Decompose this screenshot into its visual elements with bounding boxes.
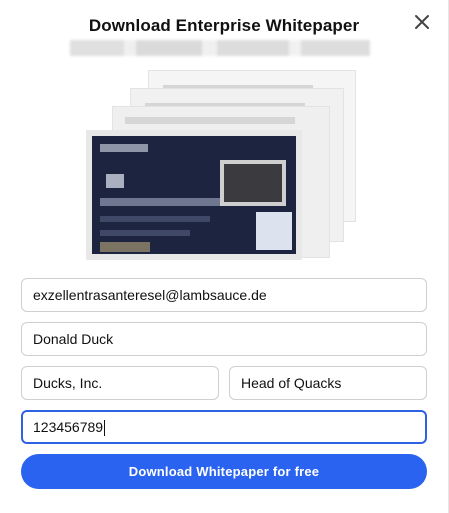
whitepaper-modal: Download Enterprise Whitepaper exzellent…	[0, 0, 449, 513]
phone-field-value: 123456789	[33, 419, 104, 435]
modal-title: Download Enterprise Whitepaper	[88, 16, 360, 35]
job-title-field[interactable]: Head of Quacks	[229, 366, 427, 400]
phone-field[interactable]: 123456789	[21, 410, 427, 444]
preview-cover-page	[86, 130, 302, 260]
download-whitepaper-button[interactable]: Download Whitepaper for free	[21, 454, 427, 489]
company-field[interactable]: Ducks, Inc.	[21, 366, 219, 400]
subtitle-blurred	[70, 40, 370, 56]
name-field[interactable]: Donald Duck	[21, 322, 427, 356]
whitepaper-preview-image	[86, 70, 358, 260]
email-field[interactable]: exzellentrasanteresel@lambsauce.de	[21, 278, 427, 312]
text-caret	[104, 420, 106, 437]
close-icon[interactable]	[412, 12, 432, 32]
